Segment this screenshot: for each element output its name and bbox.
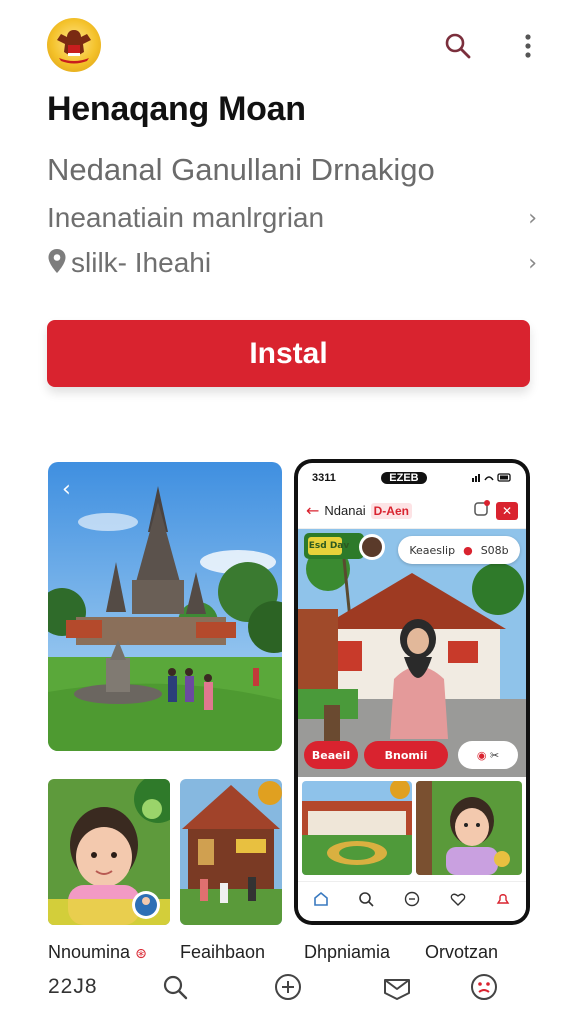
caption-1: Nnoumina ⊛ (48, 942, 147, 963)
screenshot-child[interactable] (48, 779, 170, 925)
phone-bottom-nav (298, 881, 526, 921)
app-logo-icon (47, 18, 101, 72)
location-text: slilk- Iheahi (71, 247, 212, 278)
phone-thumb-child[interactable] (416, 781, 522, 875)
bottom-nav (0, 962, 576, 1012)
smiley-icon[interactable] (467, 970, 501, 1004)
caption-2: Feaihbaon (180, 942, 266, 962)
location-pin-icon (47, 248, 67, 279)
search-icon[interactable] (158, 970, 192, 1004)
phone-button-two[interactable]: Bnomii (364, 741, 448, 769)
screenshot-pavilion[interactable] (180, 779, 282, 925)
tools-icon: ✂ (489, 748, 500, 762)
phone-screen: 3311 EZEB ← Ndanai D-Aen ✕ Keaeslip ● S0… (298, 463, 526, 921)
caption-4: Orvotzan (425, 942, 499, 962)
search-icon[interactable] (440, 28, 476, 64)
location-row[interactable]: slilk- Iheahi › (47, 245, 537, 281)
caption-3: Dhpniamia (304, 942, 391, 962)
phone-tag: D-Aen (370, 502, 412, 519)
chip-left[interactable]: Esd Dav (306, 535, 352, 557)
chevron-right-icon: › (528, 250, 537, 276)
status-time: 3311 (312, 472, 336, 484)
plus-circle-icon[interactable] (404, 891, 420, 912)
notch-label: EZEB (381, 472, 427, 484)
flag-icon: ● (463, 543, 473, 557)
phone-thumb-garden[interactable] (302, 781, 412, 875)
home-icon[interactable] (313, 891, 329, 912)
chevron-right-icon: › (528, 205, 537, 231)
status-bar: 3311 EZEB (298, 463, 526, 493)
screenshot-temple[interactable]: ‹ (48, 462, 282, 751)
app-subtitle: Nedanal Ganullani Drnakigo (47, 152, 435, 187)
info-row[interactable]: Ineanatiain manlrgrian › (47, 200, 537, 236)
plus-circle-icon[interactable] (271, 970, 305, 1004)
chip-label-a: Keaeslip (409, 543, 456, 557)
info-text: Ineanatiain manlrgrian (47, 202, 325, 233)
phone-header: ← Ndanai D-Aen ✕ (298, 493, 526, 529)
back-arrow-icon[interactable]: ← (306, 501, 319, 520)
close-icon[interactable]: ✕ (496, 501, 518, 520)
phone-mockup-screenshot[interactable]: 3311 EZEB ← Ndanai D-Aen ✕ Keaeslip ● S0… (294, 459, 530, 925)
bell-icon[interactable] (495, 891, 511, 912)
phone-title: Ndanai (324, 503, 366, 518)
more-vertical-icon[interactable] (510, 28, 546, 64)
record-icon: ◉ (476, 748, 487, 762)
caption-1-text: Nnoumina (48, 942, 131, 962)
info-chip[interactable]: Keaeslip ● S08b (398, 536, 520, 564)
chip-label-b: S08b (480, 543, 509, 557)
phone-scene-image: Keaeslip ● S08b Esd Dav Beaeil Bnomii ◉ … (298, 529, 526, 777)
heart-icon[interactable] (450, 891, 466, 912)
search-icon[interactable] (358, 891, 374, 912)
status-icons (472, 472, 512, 485)
install-button[interactable]: Instal (47, 320, 530, 387)
phone-button-one[interactable]: Beaeil (304, 741, 358, 769)
phone-action-chip[interactable]: ◉ ✂ (458, 741, 518, 769)
svg-text:‹: ‹ (62, 477, 71, 502)
mail-icon[interactable] (380, 970, 414, 1004)
badge-icon: ⊛ (135, 946, 147, 962)
app-title: Henaqang Moan (47, 90, 306, 128)
share-icon[interactable] (473, 499, 491, 522)
